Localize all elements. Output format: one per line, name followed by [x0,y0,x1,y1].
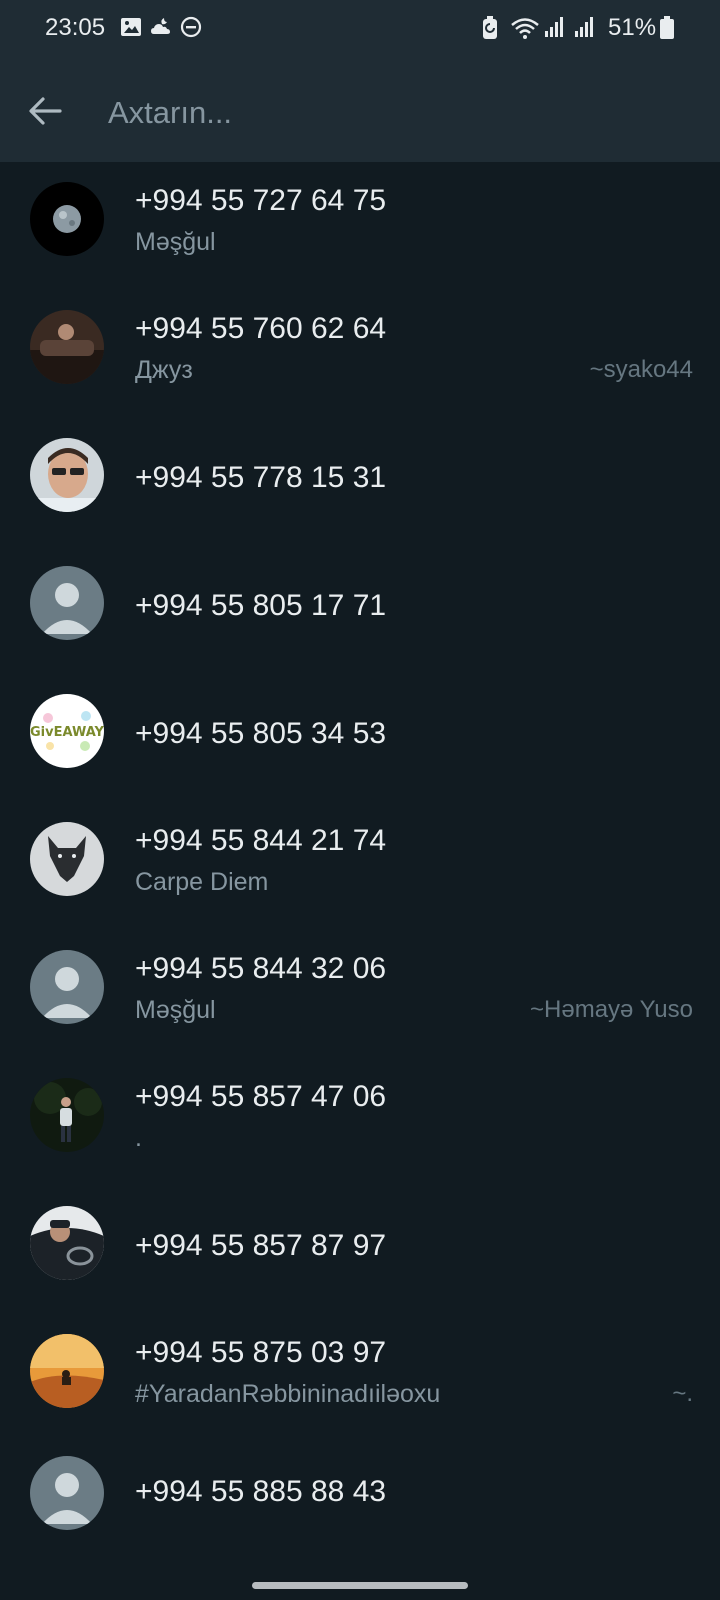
avatar[interactable] [30,1206,104,1280]
contact-name: +994 55 844 32 06 [135,952,387,985]
contact-name: +994 55 805 34 53 [135,717,387,750]
contact-name: +994 55 760 62 64 [135,312,387,345]
gallery-icon [120,16,142,43]
contact-name: +994 55 727 64 75 [135,184,387,217]
default-avatar-icon[interactable] [30,566,104,640]
search-bar [0,58,720,162]
contact-name: +994 55 844 21 74 [135,824,387,857]
contact-row[interactable]: +994 55 778 15 31 [0,418,720,546]
contact-about: Carpe Diem [135,868,269,896]
svg-text:GivEAWAY: GivEAWAY [30,725,104,740]
avatar[interactable] [30,1078,104,1152]
contact-name: +994 55 778 15 31 [135,461,387,494]
contact-alias: ~syako44 [589,356,693,383]
contact-row[interactable]: +994 55 844 21 74 Carpe Diem [0,802,720,930]
battery-percent: 51% [608,14,657,41]
wifi-icon [510,16,540,45]
default-avatar-icon[interactable] [30,1456,104,1530]
contact-row[interactable]: +994 55 857 87 97 [0,1186,720,1314]
battery-saver-icon [481,16,499,45]
giveaway-logo[interactable]: GivEAWAY [30,694,104,768]
contact-row[interactable]: +994 55 760 62 64 Джуз ~syako44 [0,290,720,418]
back-button[interactable] [22,88,68,134]
contact-row[interactable]: +994 55 844 32 06 Məşğul ~Həmayə Yuso [0,930,720,1058]
contact-alias: ~Həmayə Yuso [530,996,693,1023]
battery-icon [660,16,674,45]
contact-name: +994 55 875 03 97 [135,1336,387,1369]
default-avatar-icon[interactable] [30,950,104,1024]
status-time: 23:05 [45,14,106,41]
avatar[interactable] [30,438,104,512]
contact-alias: ~. [672,1380,693,1407]
home-gesture-handle[interactable] [252,1582,468,1589]
signal-icon [574,16,596,43]
contact-about: . [135,1124,142,1152]
contact-about: #YaradanRəbbininadıiləoxu [135,1380,441,1408]
signal-icon [544,16,566,43]
contact-row[interactable]: +994 55 875 03 97 #YaradanRəbbininadıilə… [0,1314,720,1442]
contact-row[interactable]: GivEAWAY +994 55 805 34 53 [0,674,720,802]
do-not-disturb-icon [180,16,202,43]
status-bar: 23:05 51% [0,0,720,58]
contact-row[interactable]: +994 55 727 64 75 Məşğul [0,162,720,290]
contact-about: Джуз [135,356,193,384]
contact-name: +994 55 857 47 06 [135,1080,387,1113]
contact-row[interactable]: +994 55 805 17 71 [0,546,720,674]
contact-about: Məşğul [135,228,216,256]
cloud-night-icon [150,16,174,43]
wolf-avatar[interactable] [30,822,104,896]
navigation-bar [0,1572,720,1600]
desert-avatar[interactable] [30,1334,104,1408]
contact-name: +994 55 857 87 97 [135,1229,387,1262]
contact-name: +994 55 805 17 71 [135,589,387,622]
back-arrow-icon [29,97,62,125]
contact-name: +994 55 885 88 43 [135,1475,387,1508]
contact-row[interactable]: +994 55 857 47 06 . [0,1058,720,1186]
search-input[interactable] [106,90,690,136]
contact-row[interactable]: +994 55 885 88 43 [0,1442,720,1570]
avatar[interactable] [30,182,104,256]
avatar[interactable] [30,310,104,384]
contact-about: Məşğul [135,996,216,1024]
